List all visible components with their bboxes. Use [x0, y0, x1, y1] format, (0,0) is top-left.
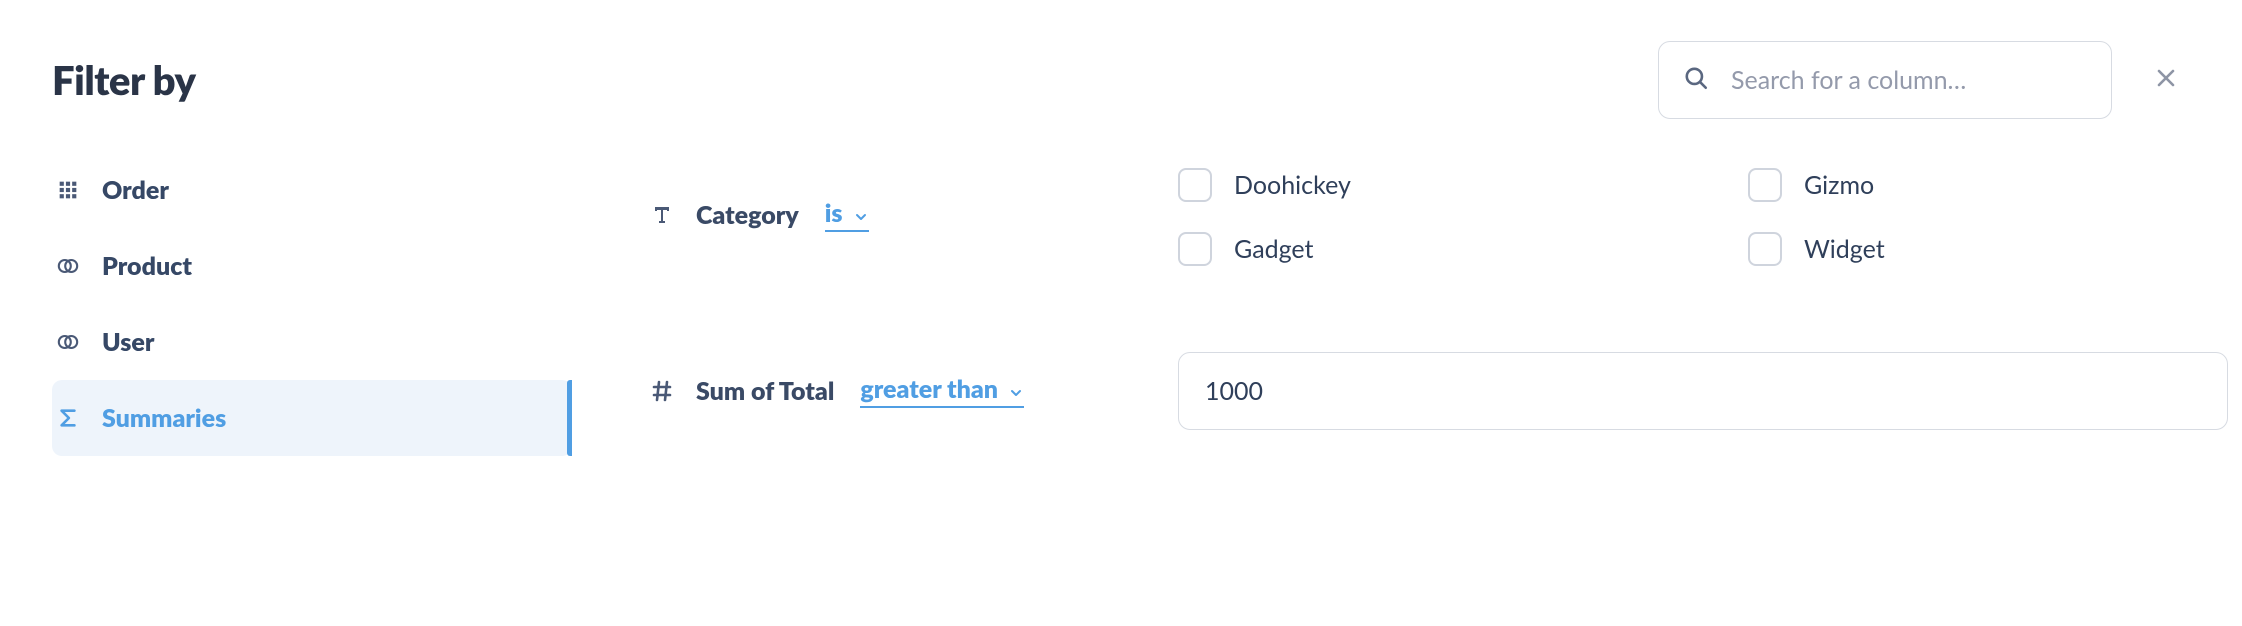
filter-header: Filter by — [52, 48, 2186, 112]
page-title: Filter by — [52, 56, 196, 104]
column-search[interactable] — [1658, 41, 2112, 119]
option-widget[interactable]: Widget — [1748, 232, 2242, 266]
operator-label: greater than — [860, 374, 998, 404]
option-label: Widget — [1804, 234, 1885, 264]
sidebar-item-user[interactable]: User — [52, 304, 572, 380]
text-type-icon — [648, 201, 676, 229]
sidebar-item-label: Product — [102, 251, 192, 281]
filter-field-name: Category — [696, 200, 799, 230]
join-icon — [54, 328, 82, 356]
sidebar-item-product[interactable]: Product — [52, 228, 572, 304]
close-button[interactable] — [2146, 60, 2186, 100]
sidebar-item-order[interactable]: Order — [52, 152, 572, 228]
option-label: Doohickey — [1234, 170, 1351, 200]
filter-row-category: Category is Doohickey — [648, 168, 2242, 266]
filters-main: Category is Doohickey — [606, 146, 2242, 626]
sidebar-item-label: Order — [102, 175, 169, 205]
close-icon — [2154, 66, 2178, 94]
search-icon — [1683, 65, 1709, 95]
operator-selector-category[interactable]: is — [825, 198, 869, 232]
option-gizmo[interactable]: Gizmo — [1748, 168, 2242, 202]
filter-field-name: Sum of Total — [696, 376, 834, 406]
chevron-down-icon — [1008, 374, 1024, 404]
option-label: Gadget — [1234, 234, 1314, 264]
checkbox[interactable] — [1748, 168, 1782, 202]
filter-body: Order Product User — [52, 146, 2186, 626]
operator-selector-sum-of-total[interactable]: greater than — [860, 374, 1024, 408]
option-doohickey[interactable]: Doohickey — [1178, 168, 1738, 202]
checkbox[interactable] — [1178, 168, 1212, 202]
sigma-icon — [54, 404, 82, 432]
sum-of-total-input[interactable] — [1178, 352, 2228, 430]
sidebar-item-label: Summaries — [102, 403, 226, 433]
chevron-down-icon — [853, 198, 869, 228]
grid-icon — [54, 176, 82, 204]
filter-sidebar: Order Product User — [52, 146, 572, 626]
option-label: Gizmo — [1804, 170, 1874, 200]
filter-field-header: Category is — [648, 168, 1178, 232]
sidebar-item-label: User — [102, 327, 154, 357]
checkbox[interactable] — [1748, 232, 1782, 266]
filter-panel: Filter by — [0, 0, 2242, 618]
option-gadget[interactable]: Gadget — [1178, 232, 1738, 266]
checkbox[interactable] — [1178, 232, 1212, 266]
filter-field-header: Sum of Total greater than — [648, 374, 1178, 408]
search-input[interactable] — [1729, 64, 2087, 96]
number-type-icon — [648, 377, 676, 405]
filter-row-sum-of-total: Sum of Total greater than — [648, 352, 2242, 430]
header-actions — [1658, 41, 2186, 119]
sidebar-item-summaries[interactable]: Summaries — [52, 380, 572, 456]
category-options: Doohickey Gizmo Gadget Widget — [1178, 168, 2242, 266]
join-icon — [54, 252, 82, 280]
operator-label: is — [825, 198, 843, 228]
